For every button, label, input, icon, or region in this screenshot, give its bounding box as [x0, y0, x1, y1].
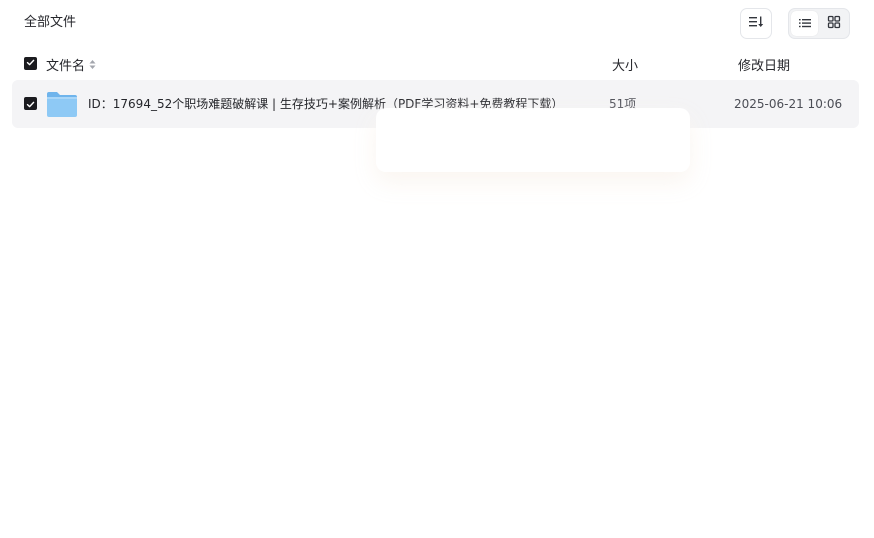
row-checkbox[interactable]: [24, 97, 37, 110]
sort-button[interactable]: [740, 8, 772, 39]
checkmark-icon: [26, 56, 35, 71]
sort-list-icon: [748, 14, 764, 33]
column-header-date[interactable]: 修改日期: [738, 55, 790, 74]
select-all-checkbox[interactable]: [24, 57, 37, 70]
checkmark-icon: [26, 94, 35, 113]
list-view-button[interactable]: [791, 11, 818, 36]
blurred-overlay: [376, 108, 690, 172]
table-header: 文件名 大小 修改日期: [0, 52, 874, 76]
folder-icon: [46, 91, 78, 122]
grid-view-button[interactable]: [820, 11, 847, 36]
sort-toggle-icon: [88, 59, 96, 71]
list-view-icon: [798, 14, 812, 33]
column-header-size[interactable]: 大小: [612, 55, 638, 74]
grid-view-icon: [827, 14, 841, 33]
file-modified-date: 2025-06-21 10:06: [734, 97, 843, 111]
file-manager: 全部文件 文件名 大小 修改日期 ID：17694_52个职场难题破解课 | 生…: [0, 0, 874, 538]
breadcrumb-root[interactable]: 全部文件: [24, 14, 76, 32]
column-header-name-label: 文件名: [46, 59, 86, 74]
column-header-name[interactable]: 文件名: [46, 55, 96, 74]
view-mode-toggle: [788, 8, 850, 39]
